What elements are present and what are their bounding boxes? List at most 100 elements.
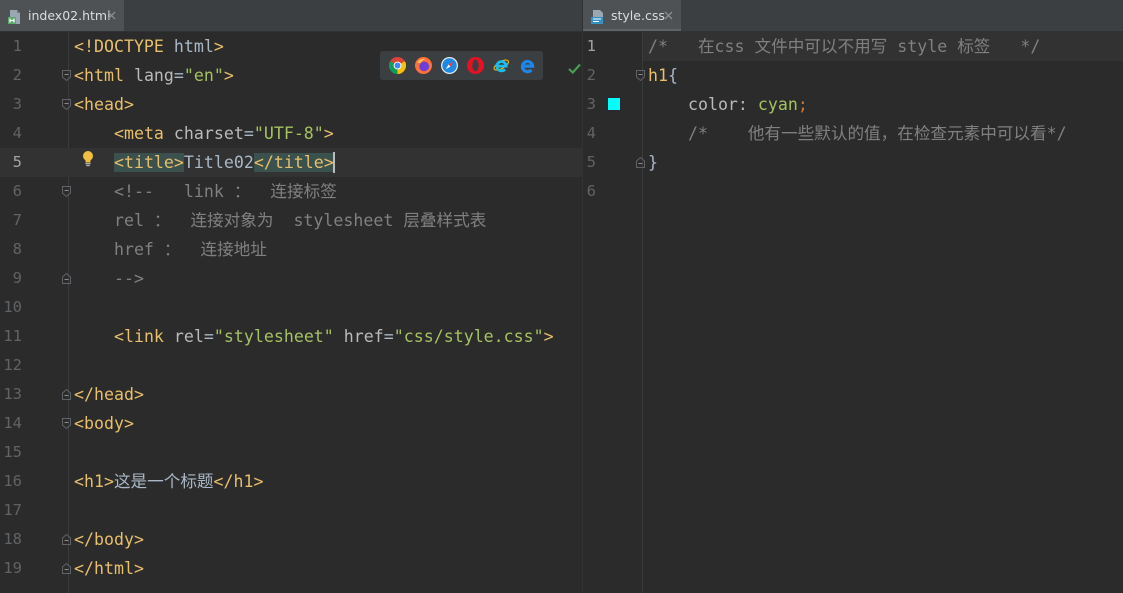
code-token: > xyxy=(323,124,334,143)
code-text: /* 在css 文件中可以不用写 style 标签 */ xyxy=(648,32,1040,61)
firefox-icon[interactable] xyxy=(415,57,432,74)
code-token: charset xyxy=(173,124,244,143)
line-number[interactable]: 3 xyxy=(583,90,596,119)
code-token: rel xyxy=(173,327,204,346)
line-number[interactable]: 2 xyxy=(0,61,22,90)
code-text: </body> xyxy=(74,525,144,554)
line-number[interactable]: 18 xyxy=(0,525,22,554)
code-text: <link rel="stylesheet" href="css/style.c… xyxy=(74,322,554,351)
fold-marker-icon[interactable] xyxy=(636,157,645,168)
lightbulb-icon[interactable] xyxy=(81,150,95,167)
code-text: <html lang="en"> xyxy=(74,61,234,90)
code-token: "css/style.css" xyxy=(393,327,544,346)
line-number[interactable]: 13 xyxy=(0,380,22,409)
code-line[interactable]: 2 h1{ xyxy=(583,61,1123,90)
code-line[interactable]: 16 <h1>这是一个标题</h1> xyxy=(0,467,582,496)
code-line[interactable]: 6 <!-- link ： 连接标签 xyxy=(0,177,582,206)
code-line[interactable]: 4 /* 他有一些默认的值，在检查元素中可以看*/ xyxy=(583,119,1123,148)
code-line[interactable]: 18 </body> xyxy=(0,525,582,554)
line-number[interactable]: 4 xyxy=(583,119,596,148)
code-token: html xyxy=(163,37,214,56)
line-number[interactable]: 2 xyxy=(583,61,596,90)
code-line[interactable]: 5} xyxy=(583,148,1123,177)
fold-marker-icon[interactable] xyxy=(62,534,71,545)
code-line[interactable]: 1 /* 在css 文件中可以不用写 style 标签 */ xyxy=(583,32,1123,61)
fold-marker-icon[interactable] xyxy=(62,273,71,284)
chrome-icon[interactable] xyxy=(389,57,406,74)
color-preview-swatch[interactable] xyxy=(608,98,620,110)
fold-marker-icon[interactable] xyxy=(636,70,645,81)
html-code-editor[interactable]: 1 <!DOCTYPE html> 2 <html lang="en"> 3 <head>… xyxy=(0,32,582,593)
code-line[interactable]: 19 </html> xyxy=(0,554,582,583)
checkmark-icon[interactable] xyxy=(568,63,581,74)
fold-marker-icon[interactable] xyxy=(62,70,71,81)
line-number[interactable]: 5 xyxy=(583,148,596,177)
close-icon[interactable] xyxy=(107,11,116,20)
line-number[interactable]: 8 xyxy=(0,235,22,264)
internet-explorer-icon[interactable] xyxy=(493,57,510,74)
code-text: <!DOCTYPE html> xyxy=(74,32,224,61)
fold-marker-icon[interactable] xyxy=(62,418,71,429)
code-token: "stylesheet" xyxy=(213,327,334,346)
code-line[interactable]: 3 <head> xyxy=(0,90,582,119)
code-line[interactable]: 10 xyxy=(0,293,582,322)
code-line[interactable]: 17 xyxy=(0,496,582,525)
line-number[interactable]: 14 xyxy=(0,409,22,438)
code-line[interactable]: 15 xyxy=(0,438,582,467)
line-number[interactable]: 4 xyxy=(0,119,22,148)
code-line[interactable]: 8 href ： 连接地址 xyxy=(0,235,582,264)
code-text: rel ： 连接对象为 stylesheet 层叠样式表 xyxy=(74,206,486,235)
code-text: <h1>这是一个标题</h1> xyxy=(74,467,263,496)
line-number[interactable]: 9 xyxy=(0,264,22,293)
code-text: } xyxy=(648,148,658,177)
line-number[interactable]: 12 xyxy=(0,351,22,380)
line-number[interactable]: 15 xyxy=(0,438,22,467)
code-token: <body> xyxy=(74,414,134,433)
fold-marker-icon[interactable] xyxy=(62,186,71,197)
code-line[interactable]: 12 xyxy=(0,351,582,380)
code-line[interactable]: 4 <meta charset="UTF-8"> xyxy=(0,119,582,148)
code-text: h1{ xyxy=(648,61,678,90)
line-number[interactable]: 19 xyxy=(0,554,22,583)
line-number[interactable]: 16 xyxy=(0,467,22,496)
line-number[interactable]: 1 xyxy=(583,32,596,61)
code-token: </html> xyxy=(74,559,144,578)
text-cursor xyxy=(333,152,335,173)
tab-index02-html[interactable]: index02.html xyxy=(0,0,124,31)
line-number[interactable]: 11 xyxy=(0,322,22,351)
code-line[interactable]: 11 <link rel="stylesheet" href="css/styl… xyxy=(0,322,582,351)
opera-icon[interactable] xyxy=(467,57,484,74)
line-number[interactable]: 17 xyxy=(0,496,22,525)
code-token: = xyxy=(203,327,214,346)
code-text: color: cyan; xyxy=(648,90,808,119)
close-icon[interactable] xyxy=(664,11,673,20)
code-line[interactable]: 9 --> xyxy=(0,264,582,293)
tab-style-css[interactable]: style.css xyxy=(583,0,681,31)
code-token: { xyxy=(667,66,678,85)
code-text: </html> xyxy=(74,554,144,583)
line-number[interactable]: 6 xyxy=(583,177,596,206)
line-number[interactable]: 7 xyxy=(0,206,22,235)
edge-icon[interactable] xyxy=(519,57,536,74)
code-line[interactable]: 7 rel ： 连接对象为 stylesheet 层叠样式表 xyxy=(0,206,582,235)
code-line[interactable]: 3 color: cyan; xyxy=(583,90,1123,119)
code-line[interactable]: 6 xyxy=(583,177,1123,206)
line-number[interactable]: 3 xyxy=(0,90,22,119)
line-number[interactable]: 10 xyxy=(0,293,22,322)
fold-marker-icon[interactable] xyxy=(62,563,71,574)
line-number[interactable]: 5 xyxy=(0,148,22,177)
code-token: "en" xyxy=(183,66,224,85)
css-code-editor[interactable]: 1/* 在css 文件中可以不用写 style 标签 */2 h1{3 color… xyxy=(583,32,1123,593)
fold-marker-icon[interactable] xyxy=(62,389,71,400)
code-line[interactable]: 14 <body> xyxy=(0,409,582,438)
line-number[interactable]: 1 xyxy=(0,32,22,61)
code-lines[interactable]: 1 <!DOCTYPE html> 2 <html lang="en"> 3 <head>… xyxy=(0,32,582,583)
line-number[interactable]: 6 xyxy=(0,177,22,206)
html-file-icon xyxy=(8,10,20,24)
code-token: } xyxy=(648,153,658,172)
code-line[interactable]: 13 </head> xyxy=(0,380,582,409)
safari-icon[interactable] xyxy=(441,57,458,74)
fold-marker-icon[interactable] xyxy=(62,99,71,110)
code-lines[interactable]: 1/* 在css 文件中可以不用写 style 标签 */2 h1{3 color… xyxy=(583,32,1123,206)
